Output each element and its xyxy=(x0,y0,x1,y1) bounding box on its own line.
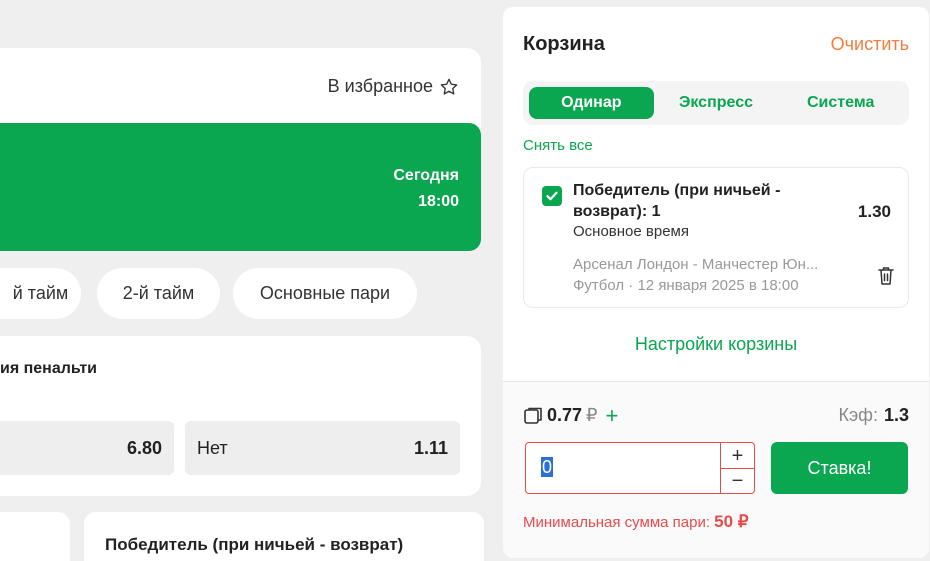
favorite-button[interactable]: В избранное xyxy=(328,76,459,97)
filter-first-half[interactable]: й тайм xyxy=(0,268,81,319)
cart-title: Корзина xyxy=(523,33,605,55)
place-bet-button[interactable]: Ставка! xyxy=(771,442,908,494)
bet-period: Основное время xyxy=(573,223,689,240)
plus-icon[interactable]: + xyxy=(606,404,619,426)
bonus-balance: 0.77 ₽ + xyxy=(523,404,619,426)
bet-type-tabs: Одинар Экспресс Система xyxy=(523,81,909,125)
favorite-label: В избранное xyxy=(327,76,433,96)
filter-second-half[interactable]: 2-й тайм xyxy=(97,268,220,319)
event-date-day: Сегодня xyxy=(393,167,459,184)
market-title: Победитель (при ничьей - возврат) xyxy=(105,535,404,554)
trash-icon[interactable] xyxy=(876,265,896,287)
total-coefficient: Кэф: 1.3 xyxy=(838,405,909,426)
odd-button-yes[interactable]: 6.80 xyxy=(0,421,174,475)
event-date-time: 18:00 xyxy=(418,193,459,210)
odd-label: Нет xyxy=(197,437,228,458)
filter-main-bets[interactable]: Основные пари xyxy=(233,268,417,319)
bet-slip-item: Победитель (при ничьей - возврат): 1 1.3… xyxy=(523,167,909,308)
bet-name: Победитель (при ничьей - возврат): 1 xyxy=(573,182,781,220)
increase-stake-button[interactable]: + xyxy=(721,443,754,468)
bet-coefficient: 1.30 xyxy=(857,202,891,221)
cart-settings-link[interactable]: Настройки корзины xyxy=(503,334,929,355)
event-banner: Сегодня 18:00 xyxy=(0,123,481,251)
bonus-currency: ₽ xyxy=(586,405,598,425)
bet-checkbox[interactable] xyxy=(542,186,562,206)
odd-value: 1.11 xyxy=(413,437,448,458)
bonus-value: 0.77 xyxy=(547,405,583,425)
min-stake-note: Минимальная сумма пари: 50 ₽ xyxy=(523,512,749,532)
star-icon xyxy=(440,78,458,95)
market-card-next: Победитель (при ничьей - возврат) xyxy=(84,512,484,561)
remove-all-button[interactable]: Снять все xyxy=(523,137,593,154)
odd-button-no[interactable]: Нет 1.11 xyxy=(185,421,460,475)
bonus-icon xyxy=(524,407,542,424)
min-stake-value: 50 ₽ xyxy=(714,512,749,531)
event-card: В избранное Сегодня 18:00 xyxy=(0,48,481,252)
bet-event: Арсенал Лондон - Манчестер Юн... xyxy=(573,256,819,273)
bet-meta: Футбол · 12 января 2025 в 18:00 xyxy=(573,277,799,294)
odd-value: 6.80 xyxy=(126,437,162,458)
market-card-partial xyxy=(0,512,70,561)
market-title: ия пенальти xyxy=(0,360,98,377)
coef-value: 1.3 xyxy=(883,405,909,425)
coef-label: Кэф: xyxy=(838,405,878,425)
stake-stepper: + − xyxy=(720,443,754,493)
market-card: ия пенальти 6.80 Нет 1.11 xyxy=(0,336,481,496)
tab-express[interactable]: Экспресс xyxy=(654,87,779,119)
stake-input[interactable]: 0 + − xyxy=(525,442,755,494)
min-stake-label: Минимальная сумма пари: xyxy=(523,514,710,531)
stake-value[interactable]: 0 xyxy=(541,457,554,477)
tab-system[interactable]: Система xyxy=(778,87,903,119)
event-area: В избранное Сегодня 18:00 й тайм 2-й тай… xyxy=(0,0,500,561)
bet-cart: Корзина Очистить Одинар Экспресс Система… xyxy=(503,7,929,558)
stake-panel: 0.77 ₽ + Кэф: 1.3 0 + − Ставка! Минимальн… xyxy=(503,382,929,558)
check-icon xyxy=(546,191,558,201)
decrease-stake-button[interactable]: − xyxy=(721,468,754,492)
clear-cart-button[interactable]: Очистить xyxy=(831,34,909,55)
tab-single[interactable]: Одинар xyxy=(529,87,654,119)
event-date: Сегодня 18:00 xyxy=(393,163,459,215)
